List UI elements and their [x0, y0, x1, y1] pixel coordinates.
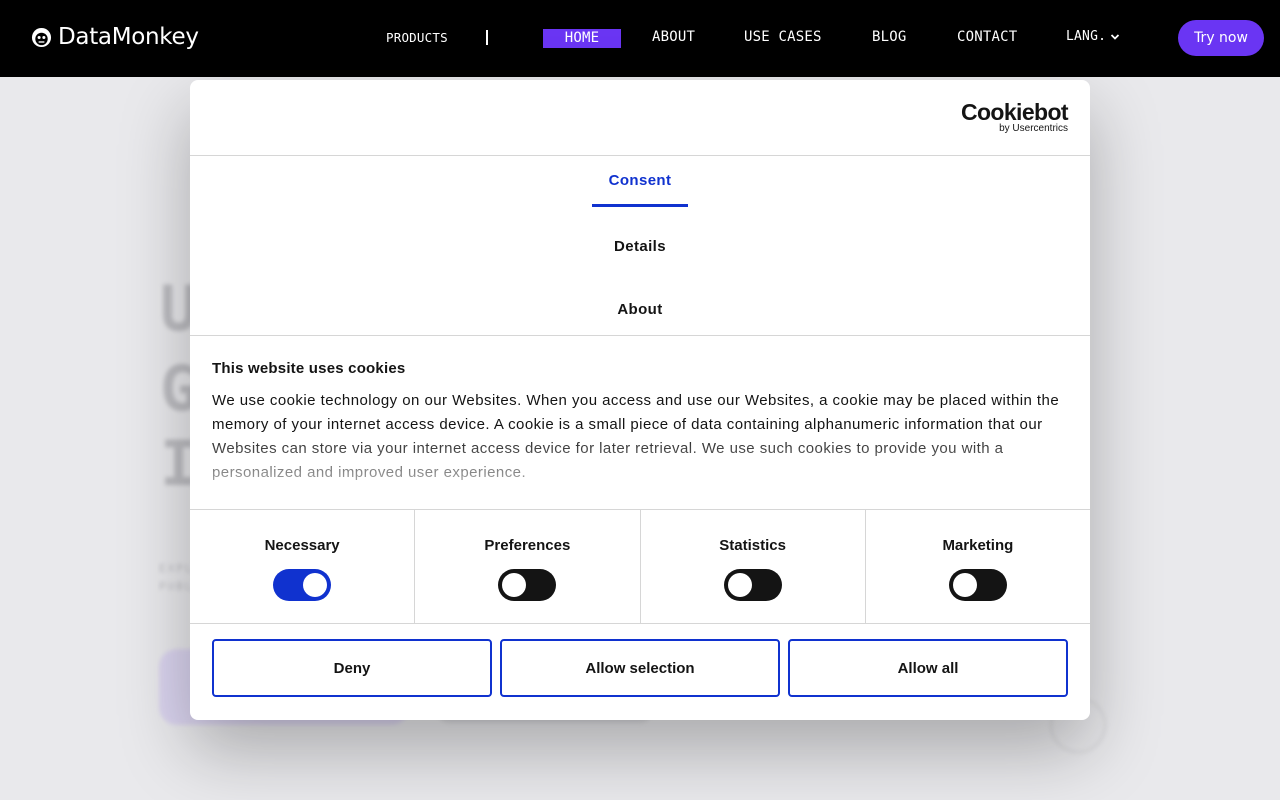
toggle-cell-preferences: Preferences	[415, 510, 641, 623]
brand-name: DataMonkey	[58, 24, 199, 50]
allow-all-button[interactable]: Allow all	[788, 639, 1068, 697]
toggle-label-preferences: Preferences	[484, 537, 571, 554]
preferences-toggle[interactable]	[498, 569, 557, 601]
dialog-header: Cookiebot by Usercentrics	[190, 80, 1090, 156]
tab-details[interactable]: Details	[190, 238, 1090, 255]
consent-title: This website uses cookies	[212, 360, 406, 377]
toggle-cell-necessary: Necessary	[190, 510, 416, 623]
nav-use-cases[interactable]: USE CASES	[744, 29, 822, 45]
nav-blog[interactable]: BLOG	[872, 29, 907, 45]
toggle-knob	[727, 573, 752, 597]
nav-products[interactable]: PRODUCTS	[386, 30, 448, 45]
try-now-button[interactable]: Try now	[1178, 20, 1264, 56]
toggle-cell-marketing: Marketing	[866, 510, 1090, 623]
statistics-toggle[interactable]	[723, 569, 782, 601]
toggle-cell-statistics: Statistics	[641, 510, 866, 623]
necessary-toggle[interactable]	[273, 569, 332, 601]
cookiebot-logo-tagline: by Usercentrics	[999, 123, 1068, 134]
cookie-consent-dialog: Cookiebot by Usercentrics Consent Detail…	[190, 80, 1090, 720]
toggle-label-necessary: Necessary	[264, 537, 340, 554]
nav-about[interactable]: ABOUT	[652, 29, 695, 45]
tab-about[interactable]: About	[190, 301, 1090, 318]
top-navigation-bar: DataMonkey PRODUCTS HOME ABOUT USE CASES…	[0, 0, 1280, 77]
brand-logo[interactable]: DataMonkey	[31, 24, 199, 50]
language-selector[interactable]: LANG.	[1066, 29, 1120, 44]
toggle-knob	[952, 573, 977, 597]
nav-separator	[486, 30, 488, 45]
active-tab-indicator	[592, 204, 688, 207]
toggle-knob	[502, 573, 527, 597]
dialog-tabs: Consent Details About	[190, 156, 1090, 336]
consent-actions: Deny Allow selection Allow all	[212, 638, 1068, 698]
tab-consent[interactable]: Consent	[190, 172, 1090, 189]
cookiebot-logo-name: Cookiebot	[960, 99, 1069, 125]
cookie-category-toggles: Necessary Preferences Statistics Marketi…	[190, 509, 1090, 624]
monkey-face-icon	[31, 27, 52, 47]
consent-content: This website uses cookies We use cookie …	[212, 360, 1068, 485]
consent-description: We use cookie technology on our Websites…	[212, 392, 1060, 481]
deny-button[interactable]: Deny	[212, 639, 492, 697]
toggle-label-statistics: Statistics	[719, 537, 786, 554]
background-hero-text: PUBL	[159, 580, 194, 593]
marketing-toggle[interactable]	[948, 569, 1007, 601]
cookiebot-logo[interactable]: Cookiebot by Usercentrics	[960, 99, 1069, 134]
toggle-knob	[303, 573, 328, 597]
chevron-down-icon	[1111, 33, 1120, 40]
background-hero-text: EXPL	[159, 562, 194, 575]
allow-selection-button[interactable]: Allow selection	[500, 639, 780, 697]
toggle-label-marketing: Marketing	[942, 537, 1014, 554]
language-selector-label: LANG.	[1066, 29, 1107, 44]
nav-home[interactable]: HOME	[543, 29, 621, 48]
nav-contact[interactable]: CONTACT	[957, 29, 1017, 45]
